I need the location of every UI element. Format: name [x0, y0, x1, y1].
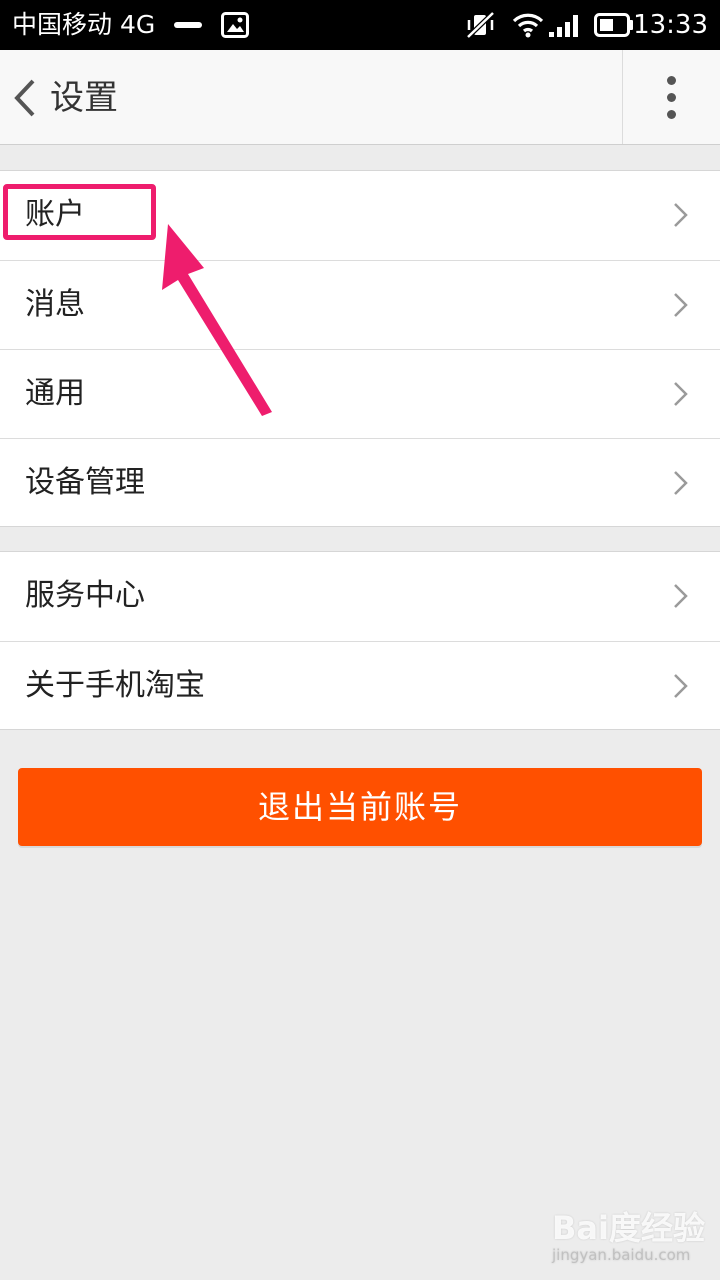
settings-section-main: 账户 消息 通用 设备管理: [0, 170, 720, 527]
row-label: 设备管理: [25, 465, 145, 500]
settings-section-about: 服务中心 关于手机淘宝: [0, 551, 720, 730]
row-label: 通用: [25, 376, 85, 411]
chevron-right-icon: [674, 203, 688, 227]
settings-row-general[interactable]: 通用: [0, 349, 720, 438]
watermark: Bai度经验 jingyan.baidu.com: [552, 1210, 712, 1270]
status-bar: 中国移动 4G 13:33: [0, 0, 720, 50]
page-title: 设置: [50, 77, 118, 118]
settings-row-about[interactable]: 关于手机淘宝: [0, 641, 720, 730]
chevron-right-icon: [674, 471, 688, 495]
watermark-logo: Bai度经验: [552, 1209, 705, 1247]
row-label: 关于手机淘宝: [25, 668, 205, 703]
battery-icon: [594, 13, 633, 37]
back-button[interactable]: 设置: [0, 50, 200, 145]
row-label: 消息: [25, 287, 85, 322]
chevron-right-icon: [674, 674, 688, 698]
more-vertical-icon: [667, 72, 676, 123]
app-header: 设置: [0, 50, 720, 145]
wifi-icon: [512, 13, 544, 38]
row-label: 服务中心: [25, 578, 145, 613]
watermark-url: jingyan.baidu.com: [552, 1246, 691, 1264]
notification-dash-icon: [174, 22, 202, 28]
row-label: 账户: [25, 197, 85, 232]
more-options-button[interactable]: [623, 50, 720, 144]
chevron-right-icon: [674, 382, 688, 406]
settings-row-service-center[interactable]: 服务中心: [0, 552, 720, 641]
image-notification-icon: [221, 12, 249, 38]
carrier-label: 中国移动 4G: [12, 10, 156, 39]
signal-strength-icon: [549, 15, 578, 37]
settings-row-account[interactable]: 账户: [0, 171, 720, 260]
vibrate-mute-icon: [466, 11, 495, 39]
settings-row-device-management[interactable]: 设备管理: [0, 438, 720, 527]
settings-row-messages[interactable]: 消息: [0, 260, 720, 349]
logout-button[interactable]: 退出当前账号: [18, 768, 702, 846]
chevron-right-icon: [674, 293, 688, 317]
chevron-right-icon: [674, 584, 688, 608]
back-arrow-icon: [14, 79, 35, 116]
clock: 13:33: [633, 10, 708, 40]
